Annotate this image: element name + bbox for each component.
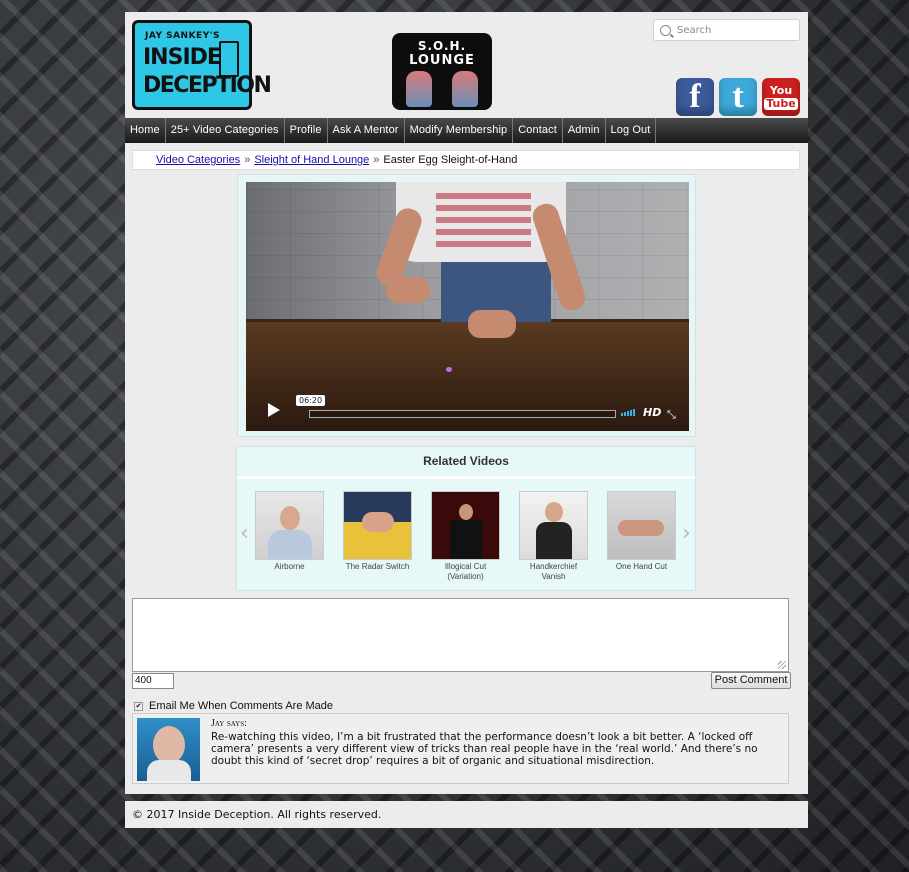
video-frame-hand [468,310,516,338]
comment-author: Jay says: [211,718,247,729]
soh-logo-line1: S.O.H. [417,39,467,53]
site-header: JAY SANKEY'S INSIDE DECEPTION S.O.H. LOU… [125,12,808,116]
comment-author-name: Jay [211,718,225,729]
related-video-item[interactable]: The Radar Switch [343,491,412,582]
logo-line1: INSIDE [143,45,222,70]
resize-handle-icon[interactable] [778,661,786,669]
video-time: 06:20 [296,395,326,406]
volume-icon[interactable] [621,409,635,416]
nav-profile[interactable]: Profile [285,118,328,143]
email-me-label: Email Me When Comments Are Made [149,700,334,712]
nav-contact[interactable]: Contact [513,118,563,143]
chevron-right-icon[interactable]: › [682,521,691,546]
breadcrumb-separator: » [373,154,380,166]
related-videos-title: Related Videos [237,447,695,479]
breadcrumb: Video Categories» Sleight of Hand Lounge»… [132,150,800,170]
video-progress-bar[interactable] [309,410,616,418]
related-video-label: Airborne [274,562,305,571]
youtube-glyph-bottom: Tube [764,96,798,110]
video-frame-egg [446,367,452,372]
soh-lounge-logo[interactable]: S.O.H. LOUNGE [392,33,492,110]
inside-deception-logo[interactable]: JAY SANKEY'S INSIDE DECEPTION [132,20,272,110]
search-input[interactable]: Search [653,19,800,41]
breadcrumb-sleight-of-hand-lounge[interactable]: Sleight of Hand Lounge [254,154,369,166]
related-videos-carousel: Airborne The Radar Switch Illogical Cut … [255,491,676,582]
search-placeholder: Search [677,24,712,36]
video-container: 06:20 HD ⤡ [237,174,696,437]
nav-log-out[interactable]: Log Out [606,118,657,143]
fullscreen-icon[interactable]: ⤡ [667,408,676,422]
site-footer: © 2017 Inside Deception. All rights rese… [125,801,808,828]
main-nav: Home 25+ Video Categories Profile Ask A … [125,118,808,143]
related-video-label: The Radar Switch [345,562,410,571]
related-video-label: One Hand Cut [615,562,668,571]
character-count: 400 [132,673,174,689]
video-frame-fist [386,277,430,303]
hand-icon [452,71,478,107]
nav-modify-membership[interactable]: Modify Membership [405,118,514,143]
video-player[interactable]: 06:20 HD ⤡ [246,182,689,431]
comment-textarea[interactable] [132,598,789,672]
video-thumbnail [255,491,324,560]
breadcrumb-video-categories[interactable]: Video Categories [156,154,240,166]
comment-item: Jay says: Re-watching this video, I’m a … [132,713,789,784]
twitter-icon[interactable]: t [719,78,757,116]
facebook-icon[interactable]: f [676,78,714,116]
nav-admin[interactable]: Admin [563,118,606,143]
related-video-item[interactable]: Handkerchief Vanish [519,491,588,582]
related-video-item[interactable]: One Hand Cut [607,491,676,582]
chevron-left-icon[interactable]: ‹ [240,521,249,546]
hd-button[interactable]: HD [643,406,661,419]
video-thumbnail [607,491,676,560]
email-me-option: ✔ Email Me When Comments Are Made [134,700,333,712]
logo-small-text: JAY SANKEY'S [145,31,220,41]
post-comment-button[interactable]: Post Comment [711,672,791,689]
nav-ask-a-mentor[interactable]: Ask A Mentor [328,118,405,143]
video-thumbnail [431,491,500,560]
related-videos: Related Videos ‹ › Airborne The Radar Sw… [236,446,696,591]
hand-icon [406,71,432,107]
nav-video-categories[interactable]: 25+ Video Categories [166,118,285,143]
soh-logo-line2: LOUNGE [409,53,475,68]
safe-icon [219,41,239,77]
nav-home[interactable]: Home [125,118,166,143]
breadcrumb-current: Easter Egg Sleight-of-Hand [383,154,518,166]
comment-says: says: [226,718,247,729]
logo-line2: DECEPTION [143,73,272,98]
related-video-label: Illogical Cut (Variation) [444,562,487,581]
avatar [137,718,200,781]
video-thumbnail [343,491,412,560]
footer-copyright: © 2017 Inside Deception. All rights rese… [132,808,382,821]
play-icon[interactable] [268,403,280,417]
youtube-glyph-top: You [769,83,793,97]
related-video-label: Handkerchief Vanish [529,562,578,581]
comment-text: Re-watching this video, I’m a bit frustr… [211,731,758,767]
related-video-item[interactable]: Airborne [255,491,324,582]
email-me-checkbox[interactable]: ✔ [134,701,143,711]
youtube-icon[interactable]: You Tube [762,78,800,116]
twitter-glyph: t [732,78,744,115]
facebook-glyph: f [689,78,701,115]
breadcrumb-separator: » [244,154,251,166]
related-video-item[interactable]: Illogical Cut (Variation) [431,491,500,582]
video-thumbnail [519,491,588,560]
search-icon [660,24,671,36]
